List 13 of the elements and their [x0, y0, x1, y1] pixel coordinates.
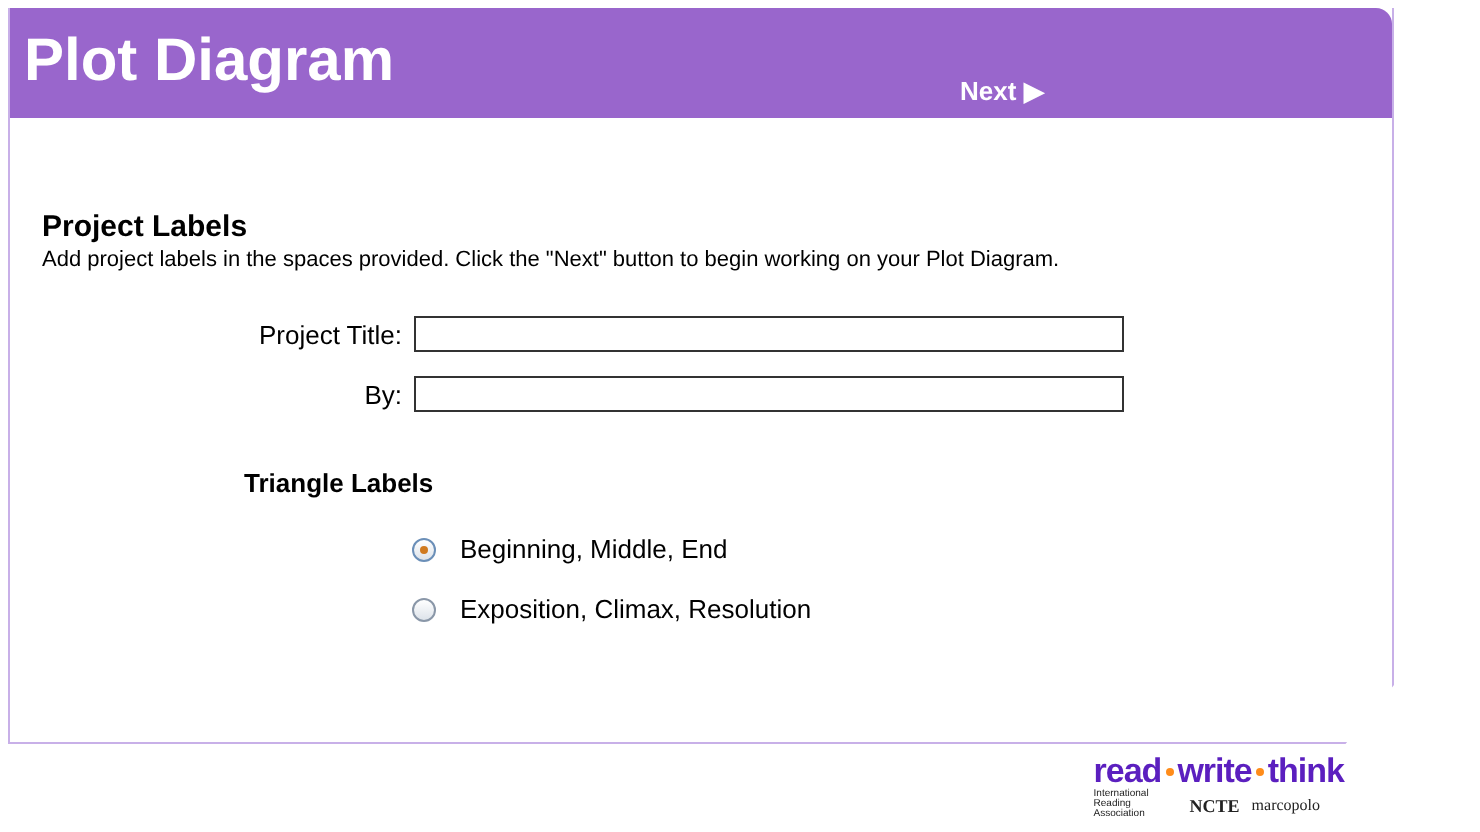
next-button[interactable]: Next ▶: [960, 76, 1044, 106]
radio-button[interactable]: [412, 597, 436, 621]
field-label: By:: [362, 379, 404, 409]
option-label: Beginning, Middle, End: [460, 534, 728, 564]
instructions-text: Add project labels in the spaces provided. Click the "Next" button to begin working on your Plot Diagram.: [42, 248, 1062, 272]
app-title: Plot Diagram: [24, 28, 395, 96]
triangle-labels-heading: Triangle Labels: [244, 468, 436, 498]
field-label: Project Title:: [256, 319, 404, 349]
radio-button[interactable]: [412, 537, 436, 561]
option-label: Exposition, Climax, Resolution: [460, 594, 812, 624]
section-heading: Project Labels: [42, 210, 250, 244]
input-field[interactable]: [414, 376, 1124, 412]
input-field[interactable]: [414, 316, 1124, 352]
